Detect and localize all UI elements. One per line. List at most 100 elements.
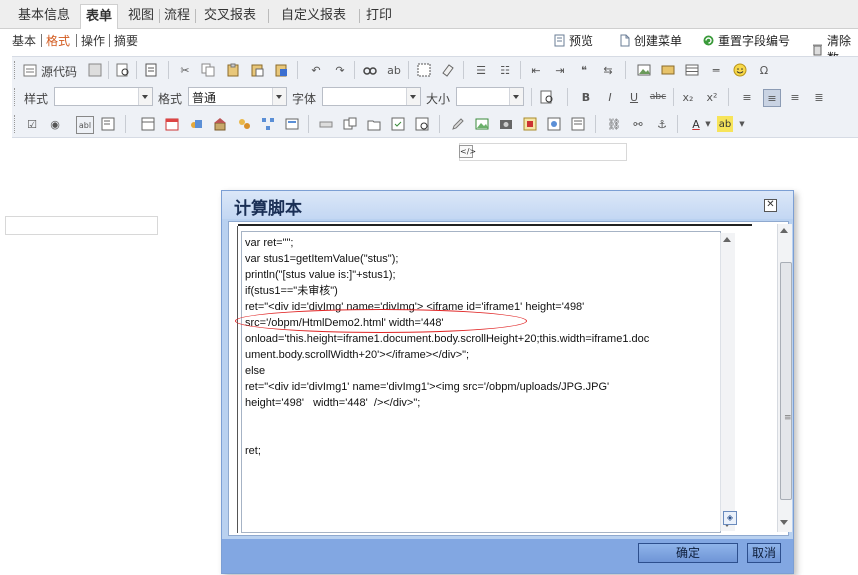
form-field[interactable]	[459, 143, 627, 161]
smiley-icon[interactable]	[732, 62, 748, 78]
tab-form[interactable]: 表单	[80, 4, 119, 29]
eraser-icon[interactable]	[440, 62, 456, 78]
size-combo[interactable]	[456, 87, 524, 106]
dialog-scrollbar[interactable]: ≡	[777, 224, 792, 532]
font-combo[interactable]	[322, 87, 421, 106]
copy-icon[interactable]	[200, 62, 216, 78]
background-color-icon[interactable]: ab	[717, 116, 733, 132]
link-icon[interactable]: ⛓	[606, 116, 622, 132]
strikethrough-icon[interactable]: abc	[650, 89, 666, 105]
ok-button[interactable]: 确定	[638, 543, 738, 563]
cancel-button[interactable]: 取消	[747, 543, 781, 563]
tab-flow[interactable]: 流程	[159, 6, 195, 26]
chevron-down-icon[interactable]	[509, 88, 523, 105]
subscript-icon[interactable]: x₂	[680, 89, 696, 105]
tab-basic-info[interactable]: 基本信息	[13, 6, 75, 26]
html-field-icon[interactable]	[546, 116, 562, 132]
horizontal-rule-icon[interactable]: ═	[708, 62, 724, 78]
textarea-scrollbar[interactable]	[720, 233, 735, 531]
create-menu-button[interactable]: 创建菜单	[618, 32, 682, 49]
map-field-icon[interactable]	[570, 116, 586, 132]
suggest-field-icon[interactable]	[284, 116, 300, 132]
maximize-icon[interactable]	[539, 89, 555, 105]
toolbar-grip[interactable]	[14, 115, 18, 133]
toolbar-grip[interactable]	[14, 61, 18, 79]
template-icon[interactable]	[143, 62, 159, 78]
save-icon[interactable]	[87, 62, 103, 78]
subtab-operation[interactable]: 操作	[81, 32, 105, 49]
chevron-down-icon[interactable]: ▼	[700, 116, 716, 132]
calendar-icon[interactable]	[164, 116, 180, 132]
toolbar-grip[interactable]	[14, 88, 18, 106]
report-field-icon[interactable]	[522, 116, 538, 132]
department-icon[interactable]	[212, 116, 228, 132]
source-code-icon[interactable]	[22, 62, 38, 78]
replace-icon[interactable]: ab	[386, 62, 402, 78]
italic-icon[interactable]: I	[602, 89, 618, 105]
tab-print[interactable]: 打印	[361, 6, 397, 26]
style-combo[interactable]	[54, 87, 153, 106]
bold-icon[interactable]: B	[578, 89, 594, 105]
preview-icon[interactable]	[115, 62, 131, 78]
select-field-icon[interactable]	[188, 116, 204, 132]
view-field-icon[interactable]	[414, 116, 430, 132]
reset-field-number-button[interactable]: 重置字段编号	[702, 32, 790, 49]
form-icon[interactable]	[140, 116, 156, 132]
select-all-icon[interactable]	[416, 62, 432, 78]
unordered-list-icon[interactable]: ☷	[497, 62, 513, 78]
align-justify-icon[interactable]: ≣	[811, 89, 827, 105]
expand-icon[interactable]: ◈	[723, 511, 737, 525]
scroll-down-icon[interactable]	[780, 520, 788, 525]
code-icon[interactable]: </>	[459, 145, 476, 158]
textfield-icon[interactable]: abl	[76, 116, 94, 134]
unlink-icon[interactable]: ⚯	[630, 116, 646, 132]
scroll-up-icon[interactable]	[780, 228, 788, 233]
blockquote-icon[interactable]: ❝	[576, 62, 592, 78]
paste-word-icon[interactable]	[273, 62, 289, 78]
align-left-icon[interactable]: ≡	[739, 89, 755, 105]
cut-icon[interactable]: ✂	[177, 62, 193, 78]
underline-icon[interactable]: U	[626, 89, 642, 105]
attachment-field-icon[interactable]	[342, 116, 358, 132]
pencil-icon[interactable]	[450, 116, 466, 132]
folder-field-icon[interactable]	[366, 116, 382, 132]
tab-view[interactable]: 视图	[123, 6, 159, 26]
scrollbar-thumb[interactable]: ≡	[780, 262, 792, 500]
align-right-icon[interactable]: ≡	[787, 89, 803, 105]
table-icon[interactable]	[684, 62, 700, 78]
undo-icon[interactable]: ↶	[308, 62, 324, 78]
form-field[interactable]	[5, 216, 158, 235]
image-field-icon[interactable]	[474, 116, 490, 132]
ordered-list-icon[interactable]: ☰	[473, 62, 489, 78]
chevron-down-icon[interactable]	[138, 88, 152, 105]
anchor-icon[interactable]: ⚓	[654, 116, 670, 132]
redo-icon[interactable]: ↷	[332, 62, 348, 78]
dialog-header[interactable]: 计算脚本 ✕	[222, 191, 793, 219]
chevron-down-icon[interactable]	[406, 88, 420, 105]
flash-icon[interactable]	[660, 62, 676, 78]
close-icon[interactable]: ✕	[764, 199, 777, 212]
user-field-icon[interactable]	[236, 116, 252, 132]
photo-field-icon[interactable]	[498, 116, 514, 132]
textarea-icon[interactable]	[100, 116, 116, 132]
find-icon[interactable]	[362, 62, 378, 78]
radio-icon[interactable]: ◉	[47, 116, 63, 132]
script-textarea[interactable]: var ret=""; var stus1=getItemValue("stus…	[241, 231, 735, 533]
preview-button[interactable]: 预览	[553, 32, 593, 49]
format-combo[interactable]: 普通	[188, 87, 287, 106]
subtab-basic[interactable]: 基本	[12, 32, 36, 49]
paste-text-icon[interactable]	[249, 62, 265, 78]
superscript-icon[interactable]: x²	[704, 89, 720, 105]
tab-cross-report[interactable]: 交叉报表	[199, 6, 261, 26]
chevron-down-icon[interactable]	[272, 88, 286, 105]
tree-icon[interactable]	[260, 116, 276, 132]
image-icon[interactable]	[636, 62, 652, 78]
outdent-icon[interactable]: ⇤	[528, 62, 544, 78]
subtab-summary[interactable]: 摘要	[114, 32, 138, 49]
source-code-label[interactable]: 源代码	[41, 63, 77, 80]
subtab-format[interactable]: 格式	[46, 32, 70, 49]
checkbox-icon[interactable]: ☑	[24, 116, 40, 132]
special-char-icon[interactable]: Ω	[756, 62, 772, 78]
div-container-icon[interactable]: ⇆	[600, 62, 616, 78]
button-field-icon[interactable]	[318, 116, 334, 132]
